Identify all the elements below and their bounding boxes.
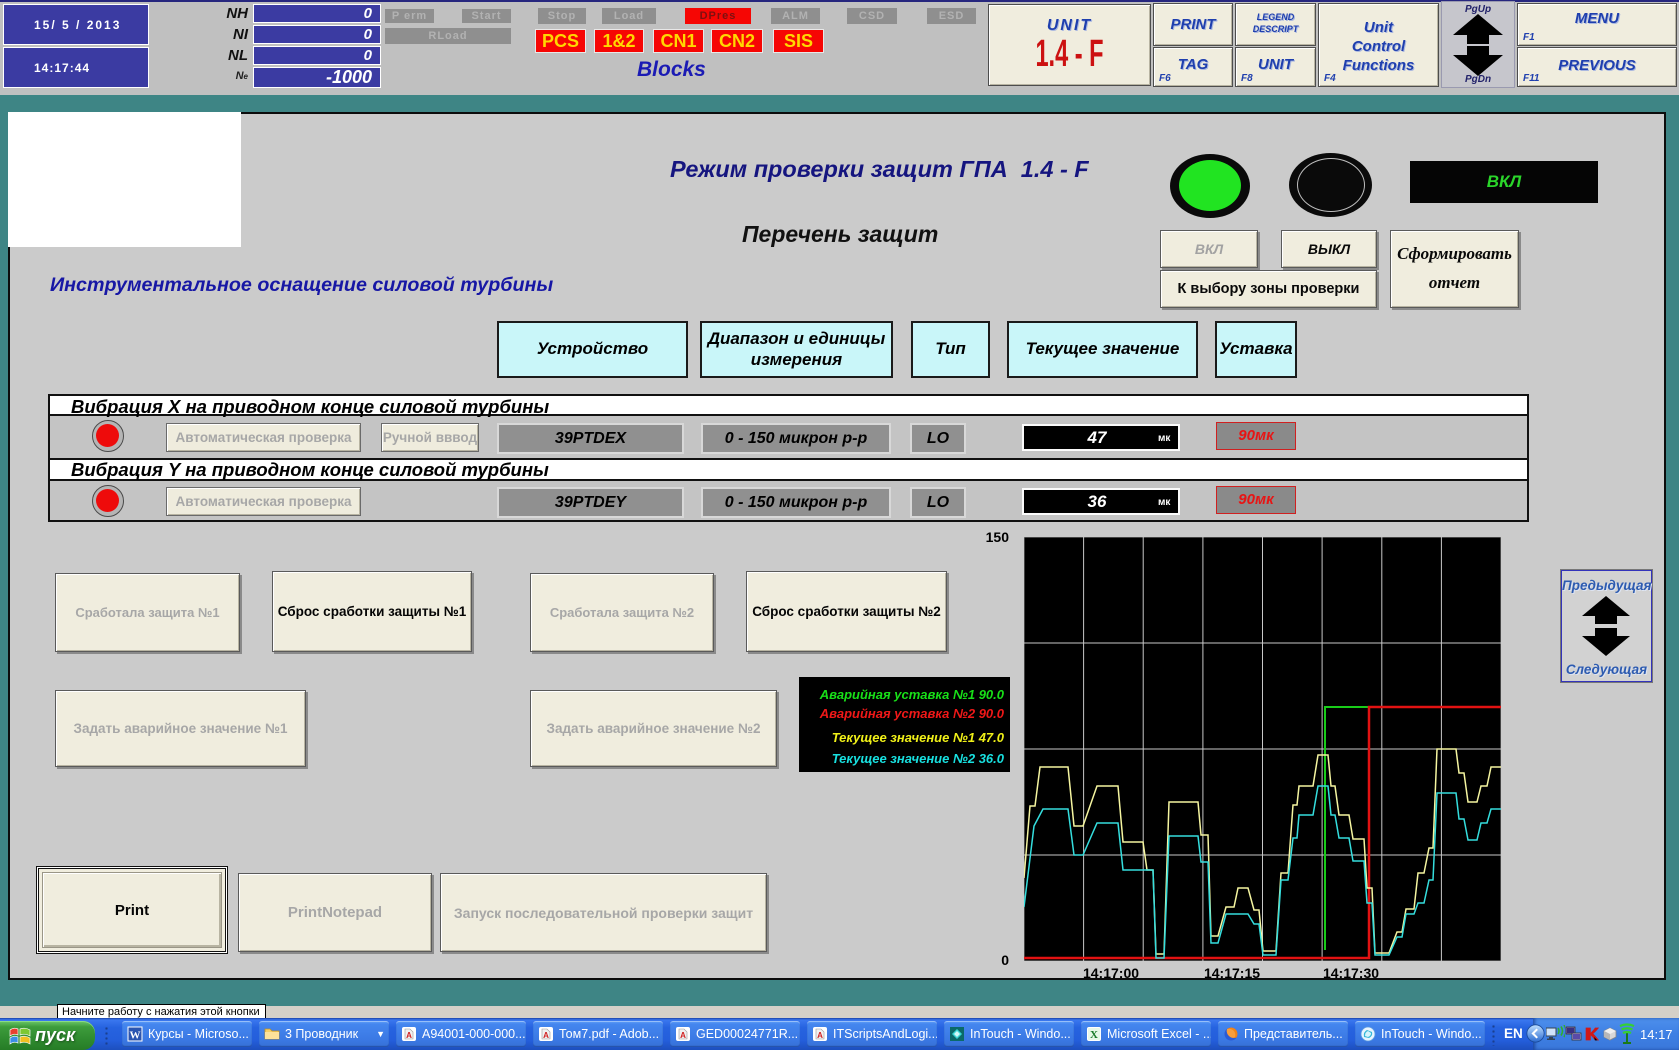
svg-text:X: X: [1090, 1029, 1098, 1041]
svg-text:A: A: [543, 1031, 549, 1040]
svg-text:A: A: [817, 1031, 823, 1040]
svg-text:W: W: [130, 1030, 141, 1042]
svg-text:A: A: [406, 1031, 412, 1040]
svg-text:A: A: [680, 1031, 686, 1040]
